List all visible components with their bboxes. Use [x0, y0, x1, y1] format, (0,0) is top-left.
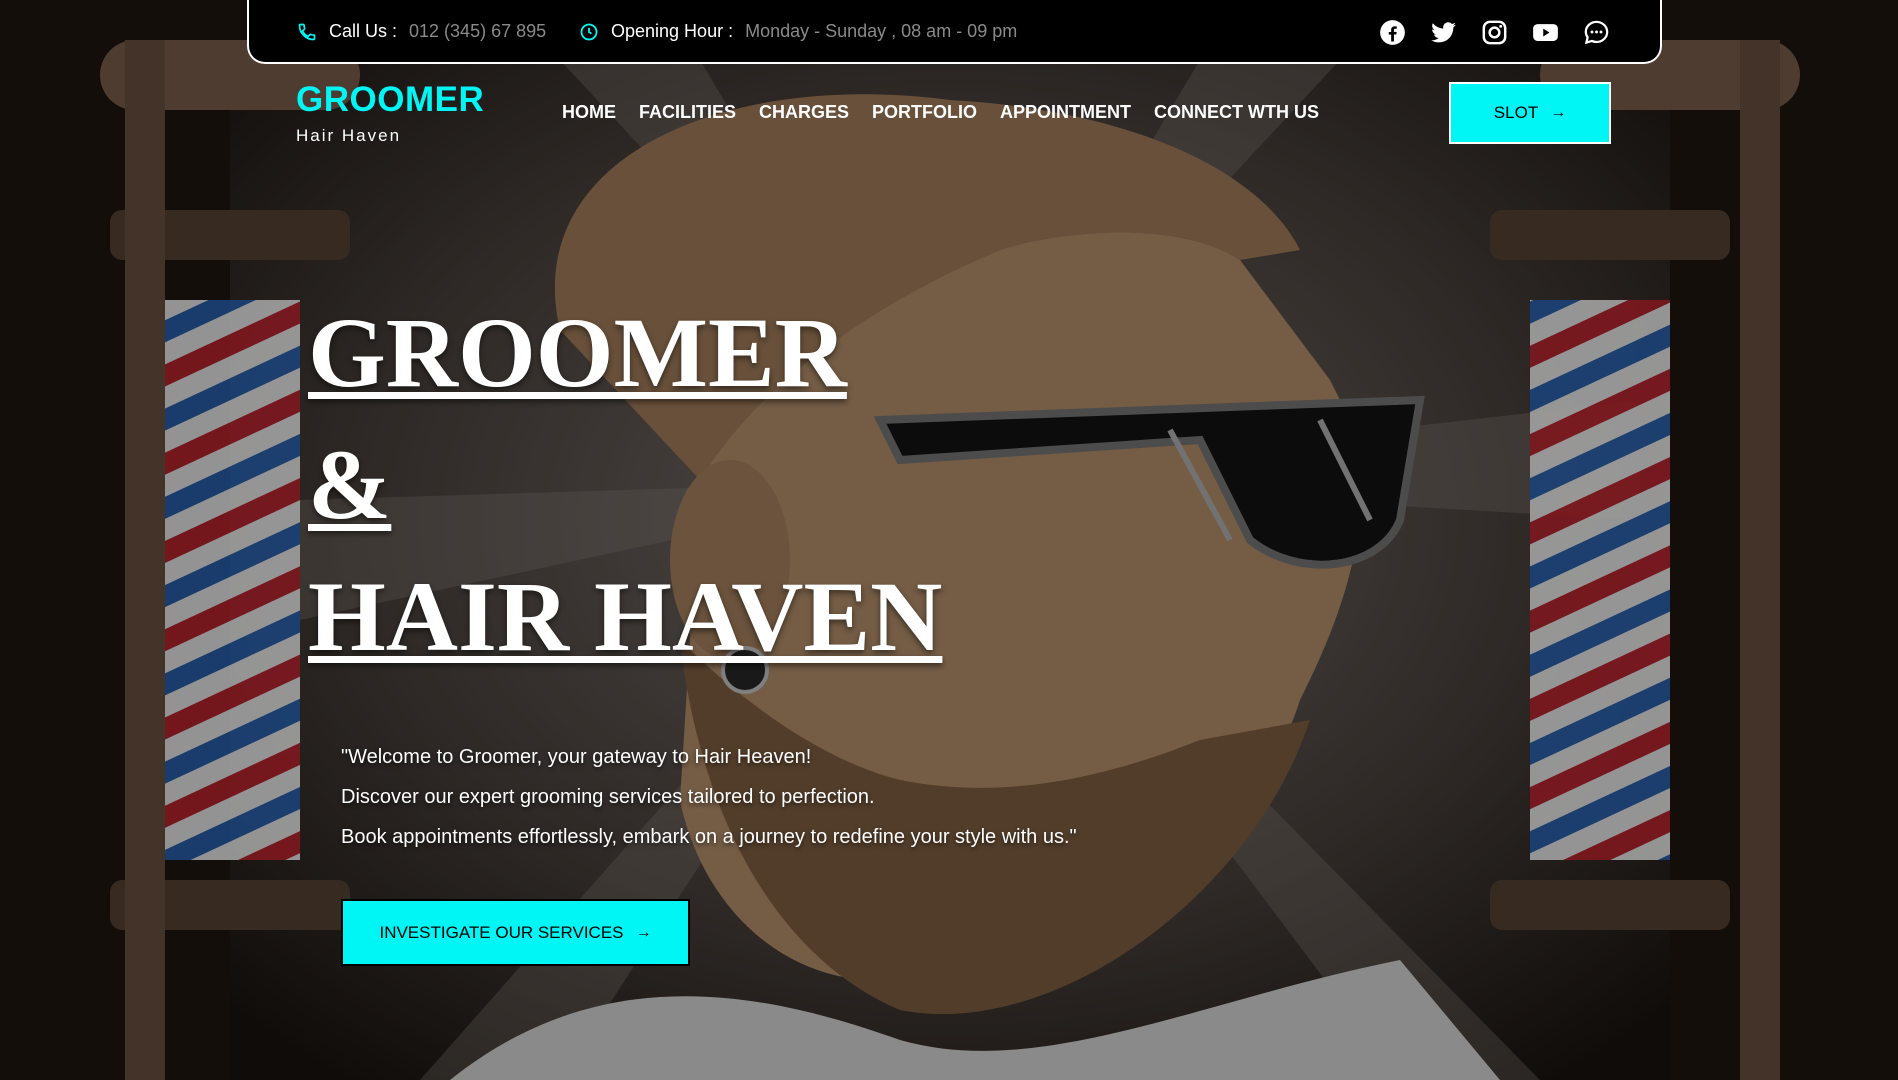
call-label: Call Us :	[329, 21, 398, 41]
nav-appointment[interactable]: APPOINTMENT	[1000, 102, 1131, 123]
hero-text-line2: Discover our expert grooming services ta…	[341, 786, 875, 808]
hero-title-line3: HAIR HAVEN	[308, 561, 943, 672]
youtube-icon[interactable]	[1532, 19, 1559, 46]
social-links	[1379, 19, 1610, 46]
phone-icon	[297, 22, 317, 42]
nav-connect[interactable]: CONNECT WTH US	[1154, 102, 1319, 123]
hero-description: "Welcome to Groomer, your gateway to Hai…	[341, 737, 1077, 857]
slot-button-label: SLOT	[1493, 103, 1539, 122]
call-info[interactable]: Call Us : 012 (345) 67 895	[297, 21, 546, 42]
hero-title: GROOMER & HAIR HAVEN	[308, 287, 942, 683]
facebook-icon[interactable]	[1379, 19, 1406, 46]
nav-charges[interactable]: CHARGES	[759, 102, 849, 123]
slot-button[interactable]: SLOT →	[1449, 82, 1611, 144]
hero-title-line2: &	[308, 429, 392, 540]
nav-home[interactable]: HOME	[562, 102, 616, 123]
logo-subtitle: Hair Haven	[296, 126, 402, 145]
site-logo[interactable]: GROOMER Hair Haven	[296, 80, 484, 146]
main-nav: HOME FACILITIES CHARGES PORTFOLIO APPOIN…	[562, 102, 1319, 123]
nav-facilities[interactable]: FACILITIES	[639, 102, 736, 123]
nav-portfolio[interactable]: PORTFOLIO	[872, 102, 977, 123]
top-info-bar: Call Us : 012 (345) 67 895 Opening Hour …	[247, 0, 1662, 64]
hero-title-line1: GROOMER	[308, 297, 847, 408]
hero-background-image	[0, 0, 1898, 1080]
instagram-icon[interactable]	[1481, 19, 1508, 46]
clock-icon	[579, 22, 599, 42]
call-value: 012 (345) 67 895	[409, 21, 547, 41]
arrow-right-icon: →	[1550, 104, 1567, 121]
hours-label: Opening Hour :	[611, 21, 734, 41]
opening-hours-info: Opening Hour : Monday - Sunday , 08 am -…	[579, 21, 1017, 42]
chat-icon[interactable]	[1583, 19, 1610, 46]
cta-label: INVESTIGATE OUR SERVICES	[379, 922, 624, 942]
logo-title: GROOMER	[296, 80, 485, 119]
arrow-right-icon: →	[635, 923, 652, 941]
investigate-services-button[interactable]: INVESTIGATE OUR SERVICES →	[341, 899, 690, 966]
hero-text-line1: "Welcome to Groomer, your gateway to Hai…	[341, 746, 812, 768]
hours-value: Monday - Sunday , 08 am - 09 pm	[745, 21, 1018, 41]
hero-text-line3: Book appointments effortlessly, embark o…	[341, 826, 1077, 848]
twitter-icon[interactable]	[1430, 19, 1457, 46]
